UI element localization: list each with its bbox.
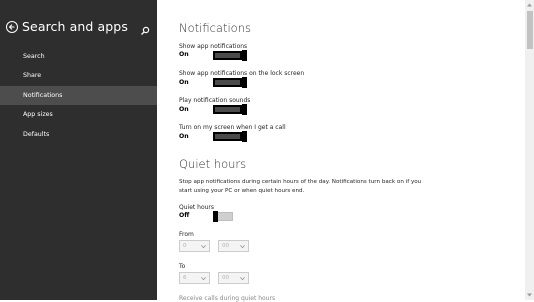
sidebar-item-search[interactable]: Search — [0, 47, 157, 66]
scroll-thumb[interactable] — [527, 11, 533, 49]
toggle-track — [215, 134, 240, 139]
receive-calls-label: Receive calls during quiet hours — [179, 295, 276, 302]
toggle-thumb — [242, 131, 247, 142]
from-minute-value: 00 — [222, 243, 230, 249]
to-minute-value: 00 — [222, 275, 230, 281]
toggle-track — [215, 80, 240, 85]
sidebar-item-label: App sizes — [23, 111, 53, 118]
from-minute-dropdown[interactable]: 00 — [218, 240, 249, 252]
sidebar-title: Search and apps — [22, 19, 128, 34]
quiet-hours-toggle[interactable] — [212, 211, 233, 222]
sidebar-item-defaults[interactable]: Defaults — [0, 125, 157, 144]
setting-label-show-app-notifications: Show app notifications — [179, 43, 248, 50]
screen-on-call-toggle[interactable] — [213, 131, 247, 142]
setting-value-lock-screen-notifications: On — [179, 79, 189, 86]
setting-label-screen-on-call: Turn on my screen when I get a call — [179, 124, 286, 131]
quiet-hours-label: Quiet hours — [179, 204, 215, 211]
setting-value-show-app-notifications: On — [179, 51, 189, 58]
show-app-notifications-toggle[interactable] — [213, 50, 247, 61]
from-hour-dropdown[interactable]: 0 — [179, 240, 210, 252]
chevron-down-icon — [201, 276, 206, 281]
sidebar-item-label: Share — [23, 72, 42, 79]
toggle-thumb — [212, 211, 218, 222]
scroll-down-arrow-icon[interactable] — [526, 292, 533, 298]
chevron-down-icon — [240, 244, 245, 249]
toggle-thumb — [242, 50, 247, 61]
from-label: From — [179, 231, 194, 238]
to-label: To — [179, 263, 186, 270]
toggle-thumb — [242, 77, 247, 88]
back-arrow-icon[interactable] — [6, 20, 18, 33]
sidebar-item-notifications[interactable]: Notifications — [0, 86, 157, 105]
sidebar-header: Search and apps — [6, 19, 128, 34]
to-minute-dropdown[interactable]: 00 — [218, 272, 249, 284]
setting-value-notification-sounds: On — [179, 106, 189, 113]
toggle-track — [215, 107, 240, 112]
lock-screen-notifications-toggle[interactable] — [213, 77, 247, 88]
toggle-thumb — [242, 104, 247, 115]
notification-sounds-toggle[interactable] — [213, 104, 247, 115]
search-icon[interactable] — [140, 21, 150, 35]
setting-label-lock-screen-notifications: Show app notifications on the lock scree… — [179, 70, 305, 77]
quiet-hours-value: Off — [179, 212, 190, 219]
quiet-hours-description: Stop app notifications during certain ho… — [179, 179, 422, 194]
scroll-up-arrow-icon[interactable] — [526, 2, 533, 8]
chevron-down-icon — [240, 276, 245, 281]
chevron-down-icon — [201, 244, 206, 249]
sidebar-item-label: Defaults — [23, 131, 50, 138]
sidebar-item-label: Search — [23, 53, 45, 60]
sidebar-item-label: Notifications — [23, 92, 63, 99]
notifications-heading: Notifications — [179, 21, 251, 35]
sidebar: Search and apps Search Share Notificatio… — [0, 0, 157, 300]
setting-value-screen-on-call: On — [179, 133, 189, 140]
main-content: Notifications Show app notifications On … — [157, 0, 525, 302]
sidebar-item-app-sizes[interactable]: App sizes — [0, 105, 157, 124]
to-hour-dropdown[interactable]: 6 — [179, 272, 210, 284]
setting-label-notification-sounds: Play notification sounds — [179, 97, 251, 104]
from-hour-value: 0 — [183, 243, 187, 249]
toggle-track — [215, 53, 240, 58]
sidebar-item-share[interactable]: Share — [0, 66, 157, 85]
to-hour-value: 6 — [183, 275, 187, 281]
scrollbar[interactable] — [525, 0, 534, 300]
quiet-hours-heading: Quiet hours — [179, 157, 247, 171]
